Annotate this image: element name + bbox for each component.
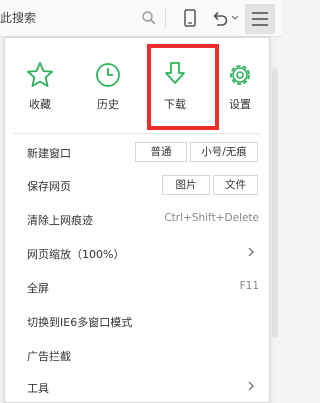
browser-toolbar: 此搜索 (0, 0, 282, 37)
save-page-label: 保存网页 (27, 180, 71, 193)
clock-icon (96, 63, 120, 87)
menu-item-fullscreen[interactable]: 全屏 F11 (27, 277, 259, 297)
main-menu-panel: 收藏 历史 下载 设置 新建窗口 普通 小号/无痕 保存网页 图片 文件 清除上… (4, 37, 270, 403)
new-window-private-button[interactable]: 小号/无痕 (190, 142, 258, 162)
divider (13, 133, 261, 134)
menu-item-save-page[interactable]: 保存网页 图片 文件 (27, 175, 259, 195)
ad-block-label: 广告拦截 (27, 350, 71, 363)
undo-icon[interactable] (210, 8, 230, 28)
menu-item-zoom[interactable]: 网页缩放（100%） (27, 243, 259, 263)
menu-item-new-window[interactable]: 新建窗口 普通 小号/无痕 (27, 142, 259, 162)
search-box-text[interactable]: 此搜索 (0, 9, 36, 26)
chevron-right-icon (248, 381, 254, 391)
quick-settings-button[interactable]: 设置 (215, 60, 265, 112)
menu-button[interactable] (245, 4, 275, 34)
menu-icon (252, 12, 268, 26)
tools-label: 工具 (27, 382, 49, 395)
quick-history-label: 历史 (97, 98, 119, 111)
fullscreen-shortcut: F11 (239, 280, 259, 292)
page-scrollbar[interactable] (271, 38, 279, 398)
star-icon (27, 62, 53, 87)
ie6-mode-label: 切换到IE6多窗口模式 (27, 316, 133, 329)
gear-icon (230, 65, 250, 85)
toolbar-separator (165, 8, 166, 28)
chevron-down-icon[interactable] (232, 15, 238, 21)
mobile-icon[interactable] (180, 8, 200, 28)
menu-item-clear-traces[interactable]: 清除上网痕迹 Ctrl+Shift+Delete (27, 209, 259, 229)
menu-item-tools[interactable]: 工具 (27, 377, 259, 397)
clear-traces-shortcut: Ctrl+Shift+Delete (164, 212, 259, 224)
save-file-button[interactable]: 文件 (213, 175, 258, 195)
menu-item-ad-block[interactable]: 广告拦截 (27, 345, 259, 365)
clear-traces-label: 清除上网痕迹 (27, 214, 93, 227)
download-highlight-box (147, 44, 219, 130)
quick-favorites-button[interactable]: 收藏 (15, 60, 65, 112)
new-window-label: 新建窗口 (27, 147, 71, 160)
quick-history-button[interactable]: 历史 (83, 60, 133, 112)
quick-settings-label: 设置 (229, 98, 251, 111)
search-icon[interactable] (141, 10, 157, 26)
menu-item-ie6-mode[interactable]: 切换到IE6多窗口模式 (27, 311, 259, 331)
chevron-right-icon (248, 247, 254, 257)
new-window-normal-button[interactable]: 普通 (135, 142, 187, 162)
zoom-label: 网页缩放（100%） (27, 248, 125, 261)
fullscreen-label: 全屏 (27, 282, 49, 295)
quick-favorites-label: 收藏 (29, 98, 51, 111)
scrollbar-thumb[interactable] (272, 68, 278, 338)
save-image-button[interactable]: 图片 (162, 175, 210, 195)
